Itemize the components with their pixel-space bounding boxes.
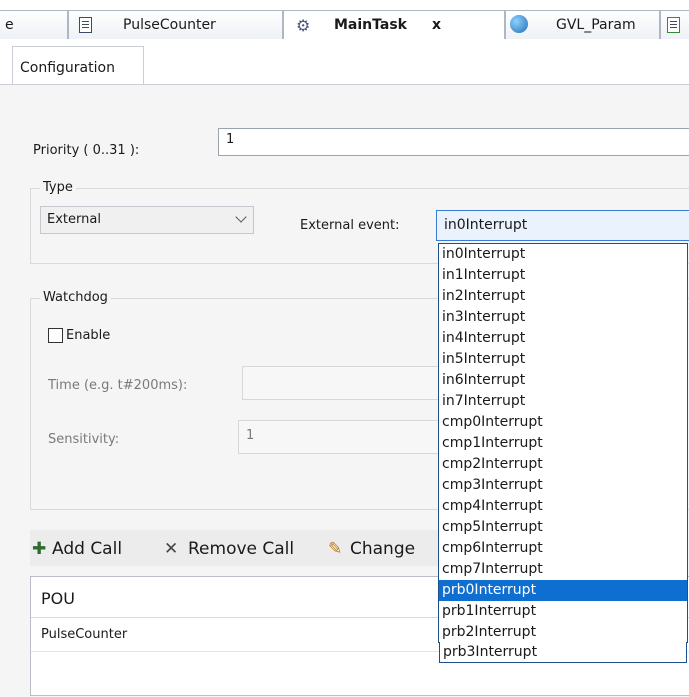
type-select[interactable]: External: [40, 206, 254, 234]
globe-icon: [510, 15, 528, 33]
list-item[interactable]: cmp5Interrupt: [439, 517, 687, 538]
sensitivity-label: Sensitivity:: [48, 432, 120, 447]
remove-icon: ✕: [164, 539, 179, 559]
list-item[interactable]: in1Interrupt: [439, 265, 687, 286]
editor-tab-strip: e PulseCounter ⚙ MainTask x GVL_Param: [0, 0, 689, 46]
close-icon[interactable]: x: [432, 17, 441, 33]
sensitivity-value: 1: [246, 428, 255, 443]
tab-label: e: [5, 17, 14, 33]
tab-pulsecounter[interactable]: PulseCounter: [68, 10, 283, 39]
list-item[interactable]: in7Interrupt: [439, 391, 687, 412]
external-event-value: in0Interrupt: [444, 217, 528, 233]
list-item-selected[interactable]: prb0Interrupt: [439, 580, 687, 601]
tab-label: MainTask: [334, 17, 407, 33]
type-select-value: External: [47, 212, 101, 227]
document-icon: [79, 17, 92, 33]
external-event-dropdown[interactable]: in0Interrupt in1Interrupt in2Interrupt i…: [438, 243, 688, 643]
list-item[interactable]: cmp1Interrupt: [439, 433, 687, 454]
list-item[interactable]: cmp7Interrupt: [439, 559, 687, 580]
enable-checkbox[interactable]: [48, 328, 63, 343]
document-icon: [667, 17, 680, 33]
grid-header-pou: POU: [41, 589, 75, 608]
tab-maintask[interactable]: ⚙ MainTask x: [283, 10, 505, 39]
time-label: Time (e.g. t#200ms):: [48, 378, 188, 393]
tab-partial-right[interactable]: [660, 10, 689, 39]
list-item[interactable]: in3Interrupt: [439, 307, 687, 328]
tab-label: Configuration: [20, 60, 115, 76]
type-legend: Type: [40, 180, 76, 195]
calls-toolbar: ✚ Add Call ✕ Remove Call ✎ Change: [30, 530, 450, 566]
list-item[interactable]: in5Interrupt: [439, 349, 687, 370]
sensitivity-input[interactable]: 1: [238, 420, 442, 454]
tab-partial[interactable]: e: [0, 10, 68, 39]
tab-label: GVL_Param: [556, 17, 636, 33]
list-item[interactable]: prb1Interrupt: [439, 601, 687, 622]
list-item[interactable]: in4Interrupt: [439, 328, 687, 349]
list-item[interactable]: in0Interrupt: [439, 244, 687, 265]
list-item[interactable]: cmp2Interrupt: [439, 454, 687, 475]
tab-configuration[interactable]: Configuration: [12, 46, 144, 84]
watchdog-legend: Watchdog: [40, 290, 111, 305]
tab-gvl-param[interactable]: GVL_Param: [505, 10, 660, 39]
priority-input[interactable]: 1: [218, 128, 689, 156]
list-item[interactable]: in6Interrupt: [439, 370, 687, 391]
priority-label: Priority ( 0..31 ):: [33, 143, 140, 158]
edit-icon: ✎: [328, 539, 343, 559]
tab-label: PulseCounter: [123, 17, 216, 33]
remove-call-button[interactable]: Remove Call: [188, 539, 294, 559]
external-event-label: External event:: [300, 218, 400, 233]
list-item[interactable]: prb2Interrupt: [439, 622, 687, 643]
grid-cell-pou: PulseCounter: [41, 627, 128, 642]
task-icon: ⚙: [296, 16, 311, 35]
add-icon: ✚: [32, 539, 47, 559]
list-item[interactable]: cmp6Interrupt: [439, 538, 687, 559]
change-call-button[interactable]: Change: [350, 539, 415, 559]
list-item[interactable]: cmp4Interrupt: [439, 496, 687, 517]
chevron-down-icon: [235, 211, 247, 223]
list-item[interactable]: cmp3Interrupt: [439, 475, 687, 496]
time-input[interactable]: [242, 366, 442, 400]
external-event-combo[interactable]: in0Interrupt: [436, 210, 689, 241]
list-item[interactable]: in2Interrupt: [439, 286, 687, 307]
list-item[interactable]: prb3Interrupt: [439, 642, 687, 663]
enable-label: Enable: [66, 328, 111, 343]
list-item[interactable]: cmp0Interrupt: [439, 412, 687, 433]
add-call-button[interactable]: Add Call: [52, 539, 122, 559]
priority-value: 1: [226, 132, 235, 147]
